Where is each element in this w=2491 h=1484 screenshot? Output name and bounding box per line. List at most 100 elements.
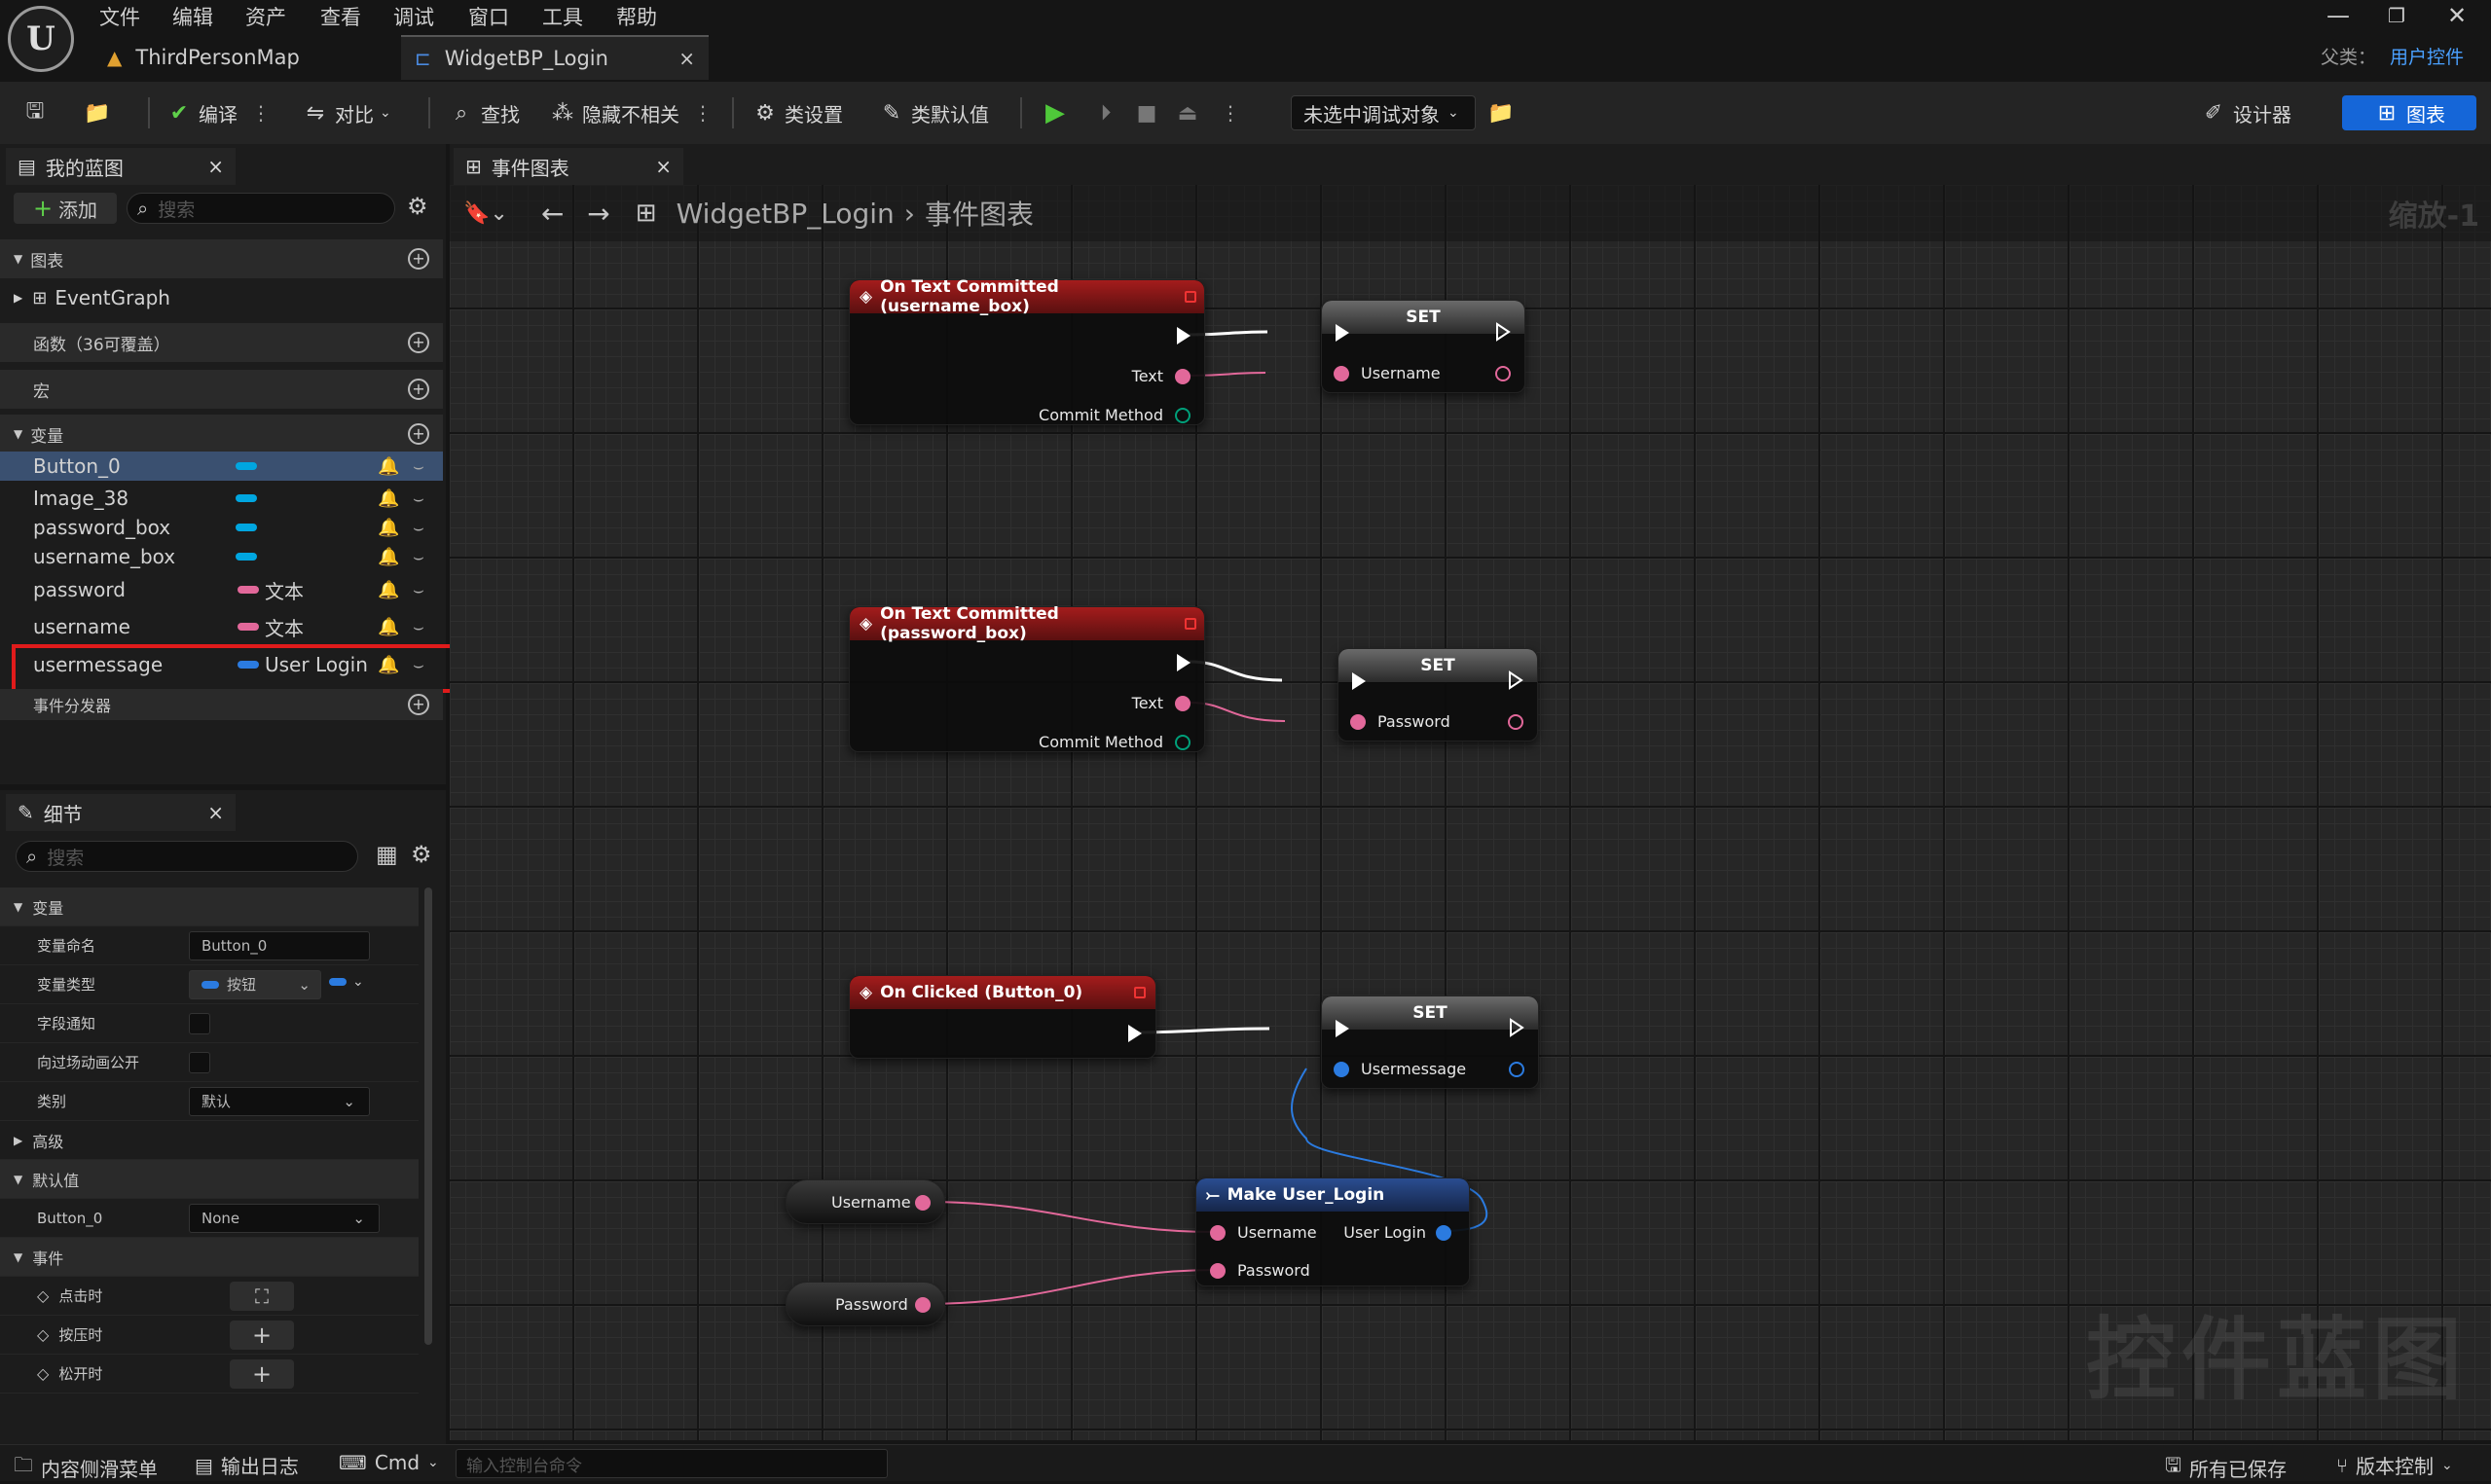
section-functions[interactable]: 函数（36可覆盖） + [0,323,443,362]
goto-event-button[interactable]: ⛶ [230,1282,294,1311]
bell-icon[interactable]: 🔔 [378,580,399,600]
menu-edit[interactable]: 编辑 [172,2,213,31]
expose-cinematics-checkbox[interactable] [189,1052,210,1073]
add-button[interactable]: + 添加 [14,193,117,224]
close-icon[interactable]: × [655,155,672,178]
add-event-button[interactable]: + [230,1321,294,1350]
add-macro-icon[interactable]: + [408,379,429,400]
delegate-pin-icon[interactable] [1134,987,1146,998]
forward-arrow-icon[interactable]: → [587,198,609,230]
source-control-button[interactable]: ⑂ 版本控制 ⌄ [2336,1451,2453,1479]
eye-closed-icon[interactable]: ⌣ [413,518,424,538]
text-out-pin[interactable] [1508,714,1523,730]
details-section-variable[interactable]: ▼ 变量 [0,887,419,926]
bell-icon[interactable]: 🔔 [378,617,399,637]
stop-button[interactable]: ■ [1133,95,1166,130]
enum-out-pin[interactable] [1175,735,1191,750]
delegate-pin-icon[interactable] [1185,618,1196,630]
details-section-default[interactable]: ▼ 默认值 [0,1160,419,1199]
make-struct-node[interactable]: ⤚ Make User_Login Username User Login Pa… [1195,1177,1470,1286]
exec-out-pin[interactable] [1128,1025,1142,1042]
details-search[interactable]: ⌕ 搜索 [16,841,358,872]
class-defaults-button[interactable]: ✎ 类默认值 [878,95,989,130]
exec-out-pin[interactable] [1177,654,1191,671]
more-icon[interactable]: ⋮ [251,101,271,125]
section-macros[interactable]: 宏 + [0,370,443,409]
section-dispatchers[interactable]: 事件分发器 + [0,689,443,720]
variable-item[interactable]: Button_0 🔔 ⌣ [0,452,443,481]
eye-closed-icon[interactable]: ⌣ [413,580,424,600]
breadcrumb-blueprint[interactable]: WidgetBP_Login [677,198,895,230]
table-view-icon[interactable]: ▦ [376,841,398,868]
menu-tools[interactable]: 工具 [542,2,583,31]
all-saved-button[interactable]: 🖫 所有已保存 [2165,1451,2287,1484]
bell-icon[interactable]: 🔔 [378,489,399,509]
exec-out-pin[interactable] [1495,322,1511,342]
set-node-username[interactable]: SET Username [1321,300,1525,393]
exec-in-pin[interactable] [1352,672,1366,690]
text-in-pin[interactable] [1334,366,1349,381]
variable-item[interactable]: usermessage User Login 🔔 ⌣ [0,647,443,682]
text-out-pin[interactable] [1175,696,1191,711]
close-icon[interactable]: × [207,155,224,178]
my-blueprint-tab[interactable]: ▤ 我的蓝图 × [6,148,236,185]
event-node-commit-username[interactable]: ◈ On Text Committed (username_box) Text … [849,277,1205,425]
debug-target-select[interactable]: 未选中调试对象 ⌄ [1291,95,1476,130]
enum-out-pin[interactable] [1175,408,1191,423]
menu-help[interactable]: 帮助 [616,2,657,31]
section-variables[interactable]: ▼ 变量 + [0,415,443,453]
event-node-commit-password[interactable]: ◈ On Text Committed (password_box) Text … [849,604,1205,752]
var-name-input[interactable]: Button_0 [189,930,370,960]
tab-widgetbp-login[interactable]: ⊏ WidgetBP_Login × [401,35,709,80]
compile-button[interactable]: ✔ 编译 ⋮ [165,95,271,130]
menu-view[interactable]: 查看 [320,2,361,31]
cmd-button[interactable]: ⌨ Cmd ⌄ [339,1451,439,1474]
struct-out-pin[interactable] [1436,1225,1451,1241]
eye-closed-icon[interactable]: ⌣ [413,456,424,477]
exec-out-pin[interactable] [1508,670,1523,690]
designer-button[interactable]: ✐ 设计器 [2200,95,2291,130]
class-settings-button[interactable]: ⚙ 类设置 [751,95,843,130]
bookmark-icon[interactable]: 🔖⌄ [463,201,508,226]
unreal-logo-icon[interactable]: U [8,6,74,72]
menu-asset[interactable]: 资产 [245,2,286,31]
event-graph-tab[interactable]: ⊞ 事件图表 × [454,148,683,185]
exec-in-pin[interactable] [1336,324,1349,342]
text-out-pin[interactable] [915,1297,931,1313]
eye-closed-icon[interactable]: ⌣ [413,655,424,675]
eye-closed-icon[interactable]: ⌣ [413,489,424,509]
text-in-pin[interactable] [1350,714,1366,730]
text-in-pin[interactable] [1210,1225,1226,1241]
details-section-events[interactable]: ▼ 事件 [0,1238,419,1277]
variable-item[interactable]: username 文本 🔔 ⌣ [0,609,443,644]
eject-button[interactable]: ⏏ [1174,95,1207,130]
add-dispatcher-icon[interactable]: + [408,694,429,715]
variable-item[interactable]: password 文本 🔔 ⌣ [0,572,443,607]
diff-button[interactable]: ⇋ 对比 ⌄ [302,95,391,130]
section-graphs[interactable]: ▼ 图表 + [0,239,443,278]
menu-file[interactable]: 文件 [99,2,140,31]
step-button[interactable]: ⏵ [1092,95,1125,130]
bell-icon[interactable]: 🔔 [378,456,399,477]
debug-browse-button[interactable]: 📁 [1487,95,1520,130]
get-node-username[interactable]: Username [786,1179,945,1224]
graph-mode-button[interactable]: ⊞ 图表 [2342,95,2476,130]
bell-icon[interactable]: 🔔 [378,518,399,538]
scrollbar[interactable] [424,887,432,1345]
more-icon[interactable]: ⋮ [693,101,713,125]
browse-button[interactable]: 📁 [84,95,117,130]
close-icon[interactable]: × [207,801,224,824]
add-event-button[interactable]: + [230,1359,294,1389]
save-button[interactable]: 🖫 [21,95,55,130]
parent-class-link[interactable]: 用户控件 [2390,43,2464,69]
eye-closed-icon[interactable]: ⌣ [413,547,424,567]
add-graph-icon[interactable]: + [408,248,429,270]
delegate-pin-icon[interactable] [1185,291,1196,303]
my-blueprint-search[interactable]: ⌕ 搜索 [127,193,395,224]
text-out-pin[interactable] [915,1195,931,1211]
back-arrow-icon[interactable]: ← [541,198,564,230]
set-node-password[interactable]: SET Password [1337,648,1538,742]
menu-debug[interactable]: 调试 [393,2,434,31]
event-graph-canvas[interactable]: ◈ On Text Committed (username_box) Text … [450,185,2491,1440]
exec-in-pin[interactable] [1336,1020,1349,1037]
